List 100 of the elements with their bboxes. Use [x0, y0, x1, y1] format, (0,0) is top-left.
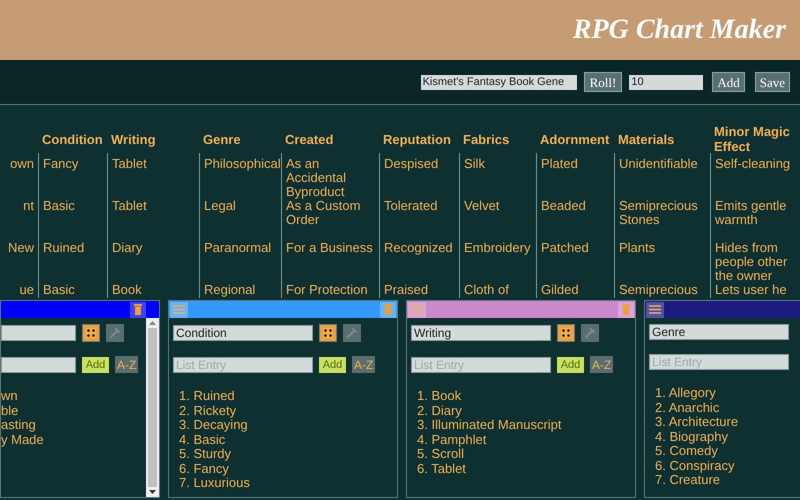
list-item: 4. Biography — [655, 430, 729, 444]
table-cell-text: nt — [22, 199, 34, 213]
table-cell-text: Velvet — [464, 199, 500, 213]
dice-button[interactable] — [319, 324, 337, 342]
trash-icon — [384, 304, 392, 315]
chart-name-field[interactable]: Kismet's Fantasy Book Gene — [420, 74, 577, 90]
table-cell-text: Recognized — [384, 241, 454, 255]
sort-button[interactable]: A-Z — [590, 356, 614, 373]
list-item: wn — [1, 389, 19, 404]
add-entry-button[interactable]: Add — [82, 356, 109, 372]
table-cell-text: Tablet — [112, 157, 148, 171]
table-cell-text: Legal — [204, 199, 237, 213]
list-item: 2. Anarchic — [655, 400, 720, 415]
delete-button[interactable] — [130, 302, 146, 318]
list-entry-field[interactable]: List Entry — [649, 354, 789, 370]
list-item: 6. Fancy — [179, 462, 229, 476]
table-cell-text: As an Accidental Byproduct — [286, 157, 347, 199]
list-item: 6. Tablet — [417, 462, 467, 476]
table-cell-text: Gilded — [541, 283, 580, 297]
list-item: 7. Luxurious — [179, 476, 251, 490]
app-title: RPG Chart Maker — [572, 13, 786, 47]
table-cell-text: Fancy — [43, 157, 80, 171]
list-item: 6. Conspiracy — [655, 458, 736, 473]
table-cell-text: own — [9, 157, 34, 171]
table-cell-text: Unidentifiable — [619, 157, 699, 171]
table-cell-text: Lets user he — [715, 283, 788, 297]
list-item: ble — [1, 404, 20, 418]
menu-button[interactable] — [646, 302, 664, 318]
list-item: 1. Book — [417, 389, 462, 404]
list-entry-field[interactable]: List Entry — [173, 356, 313, 372]
list-name-field[interactable]: Genre — [649, 324, 789, 340]
column-header: Reputation — [383, 132, 451, 146]
dice-button[interactable] — [557, 324, 575, 342]
list-item: 4. Pamphlet — [417, 432, 488, 447]
wrench-button[interactable] — [106, 324, 124, 342]
table-cell-text: For a Business — [286, 241, 374, 255]
table-cell-text: Semiprecious — [619, 283, 699, 297]
table-cell-text: Hides from people other the owner — [715, 241, 788, 283]
scrollbar-thumb[interactable] — [148, 328, 157, 487]
column-header: Minor Magic Effect — [714, 124, 791, 154]
column-header: Condition — [42, 132, 103, 146]
wrench-icon — [346, 327, 358, 339]
table-cell-text: Self-cleaning — [715, 157, 792, 171]
column-header: Fabrics — [463, 132, 510, 146]
wrench-button[interactable] — [581, 324, 599, 342]
table-cell-text: ue — [18, 283, 34, 297]
list-item: 2. Rickety — [179, 404, 238, 418]
list-item: y Made — [1, 432, 45, 447]
list-name-field[interactable]: Condition — [173, 325, 313, 341]
list-item: 3. Architecture — [655, 415, 740, 430]
table-cell-text: Embroidery — [464, 241, 532, 255]
menu-icon — [411, 305, 423, 314]
dice-icon — [561, 328, 571, 338]
list-item: 2. Diary — [417, 404, 463, 418]
roll-button[interactable]: Roll! — [584, 72, 622, 92]
add-entry-button[interactable]: Add — [557, 356, 584, 372]
list-entry-field[interactable]: List Entry — [411, 356, 551, 372]
wrench-icon — [109, 327, 121, 339]
list-item: 3. Illuminated Manuscript — [417, 418, 563, 432]
list-item: 5. Scroll — [417, 447, 464, 462]
scroll-down-icon — [149, 490, 156, 494]
table-cell-text: Basic — [43, 283, 76, 297]
trash-icon — [622, 304, 630, 315]
list-entry-field[interactable] — [1, 356, 76, 372]
table-cell-text: Patched — [541, 241, 590, 255]
table-cell-text: Plants — [619, 241, 656, 255]
list-item: 1. Allegory — [655, 386, 717, 400]
column-header: Materials — [618, 132, 674, 146]
list-item: 3. Decaying — [179, 418, 249, 432]
column-header: Genre — [203, 132, 241, 146]
table-cell-text: Ruined — [43, 241, 86, 255]
add-button[interactable]: Add — [712, 72, 745, 92]
table-cell-text: Silk — [464, 157, 486, 171]
table-cell-text: For Protection — [286, 283, 369, 297]
table-cell-text: Beaded — [541, 199, 587, 213]
list-name-field[interactable]: Writing — [411, 325, 551, 341]
dice-button[interactable] — [82, 324, 100, 342]
table-cell-text: Basic — [43, 199, 76, 213]
list-name-field[interactable] — [1, 325, 76, 341]
trash-icon — [134, 304, 142, 315]
list-item: 4. Basic — [179, 432, 226, 447]
scroll-up-icon — [149, 321, 156, 325]
dice-icon — [323, 328, 333, 338]
list-item: 5. Comedy — [655, 444, 718, 458]
menu-icon — [649, 305, 661, 314]
table-cell-text: Diary — [112, 241, 144, 255]
add-entry-button[interactable]: Add — [319, 356, 346, 372]
sort-button[interactable]: A-Z — [115, 356, 138, 373]
table-cell-text: Tolerated — [384, 199, 438, 213]
sort-button[interactable]: A-Z — [352, 356, 376, 373]
column-header: Adornment — [540, 132, 610, 146]
column-header: Writing — [111, 132, 156, 146]
dice-icon — [86, 328, 96, 338]
table-cell-text: Emits gentle warmth — [715, 199, 788, 227]
save-button[interactable]: Save — [754, 72, 790, 92]
wrench-button[interactable] — [343, 324, 361, 342]
column-header: Created — [285, 132, 334, 146]
count-field[interactable]: 10 — [629, 74, 704, 90]
table-cell-text: Cloth of — [464, 283, 510, 297]
list-item: 7. Creature — [655, 473, 720, 488]
